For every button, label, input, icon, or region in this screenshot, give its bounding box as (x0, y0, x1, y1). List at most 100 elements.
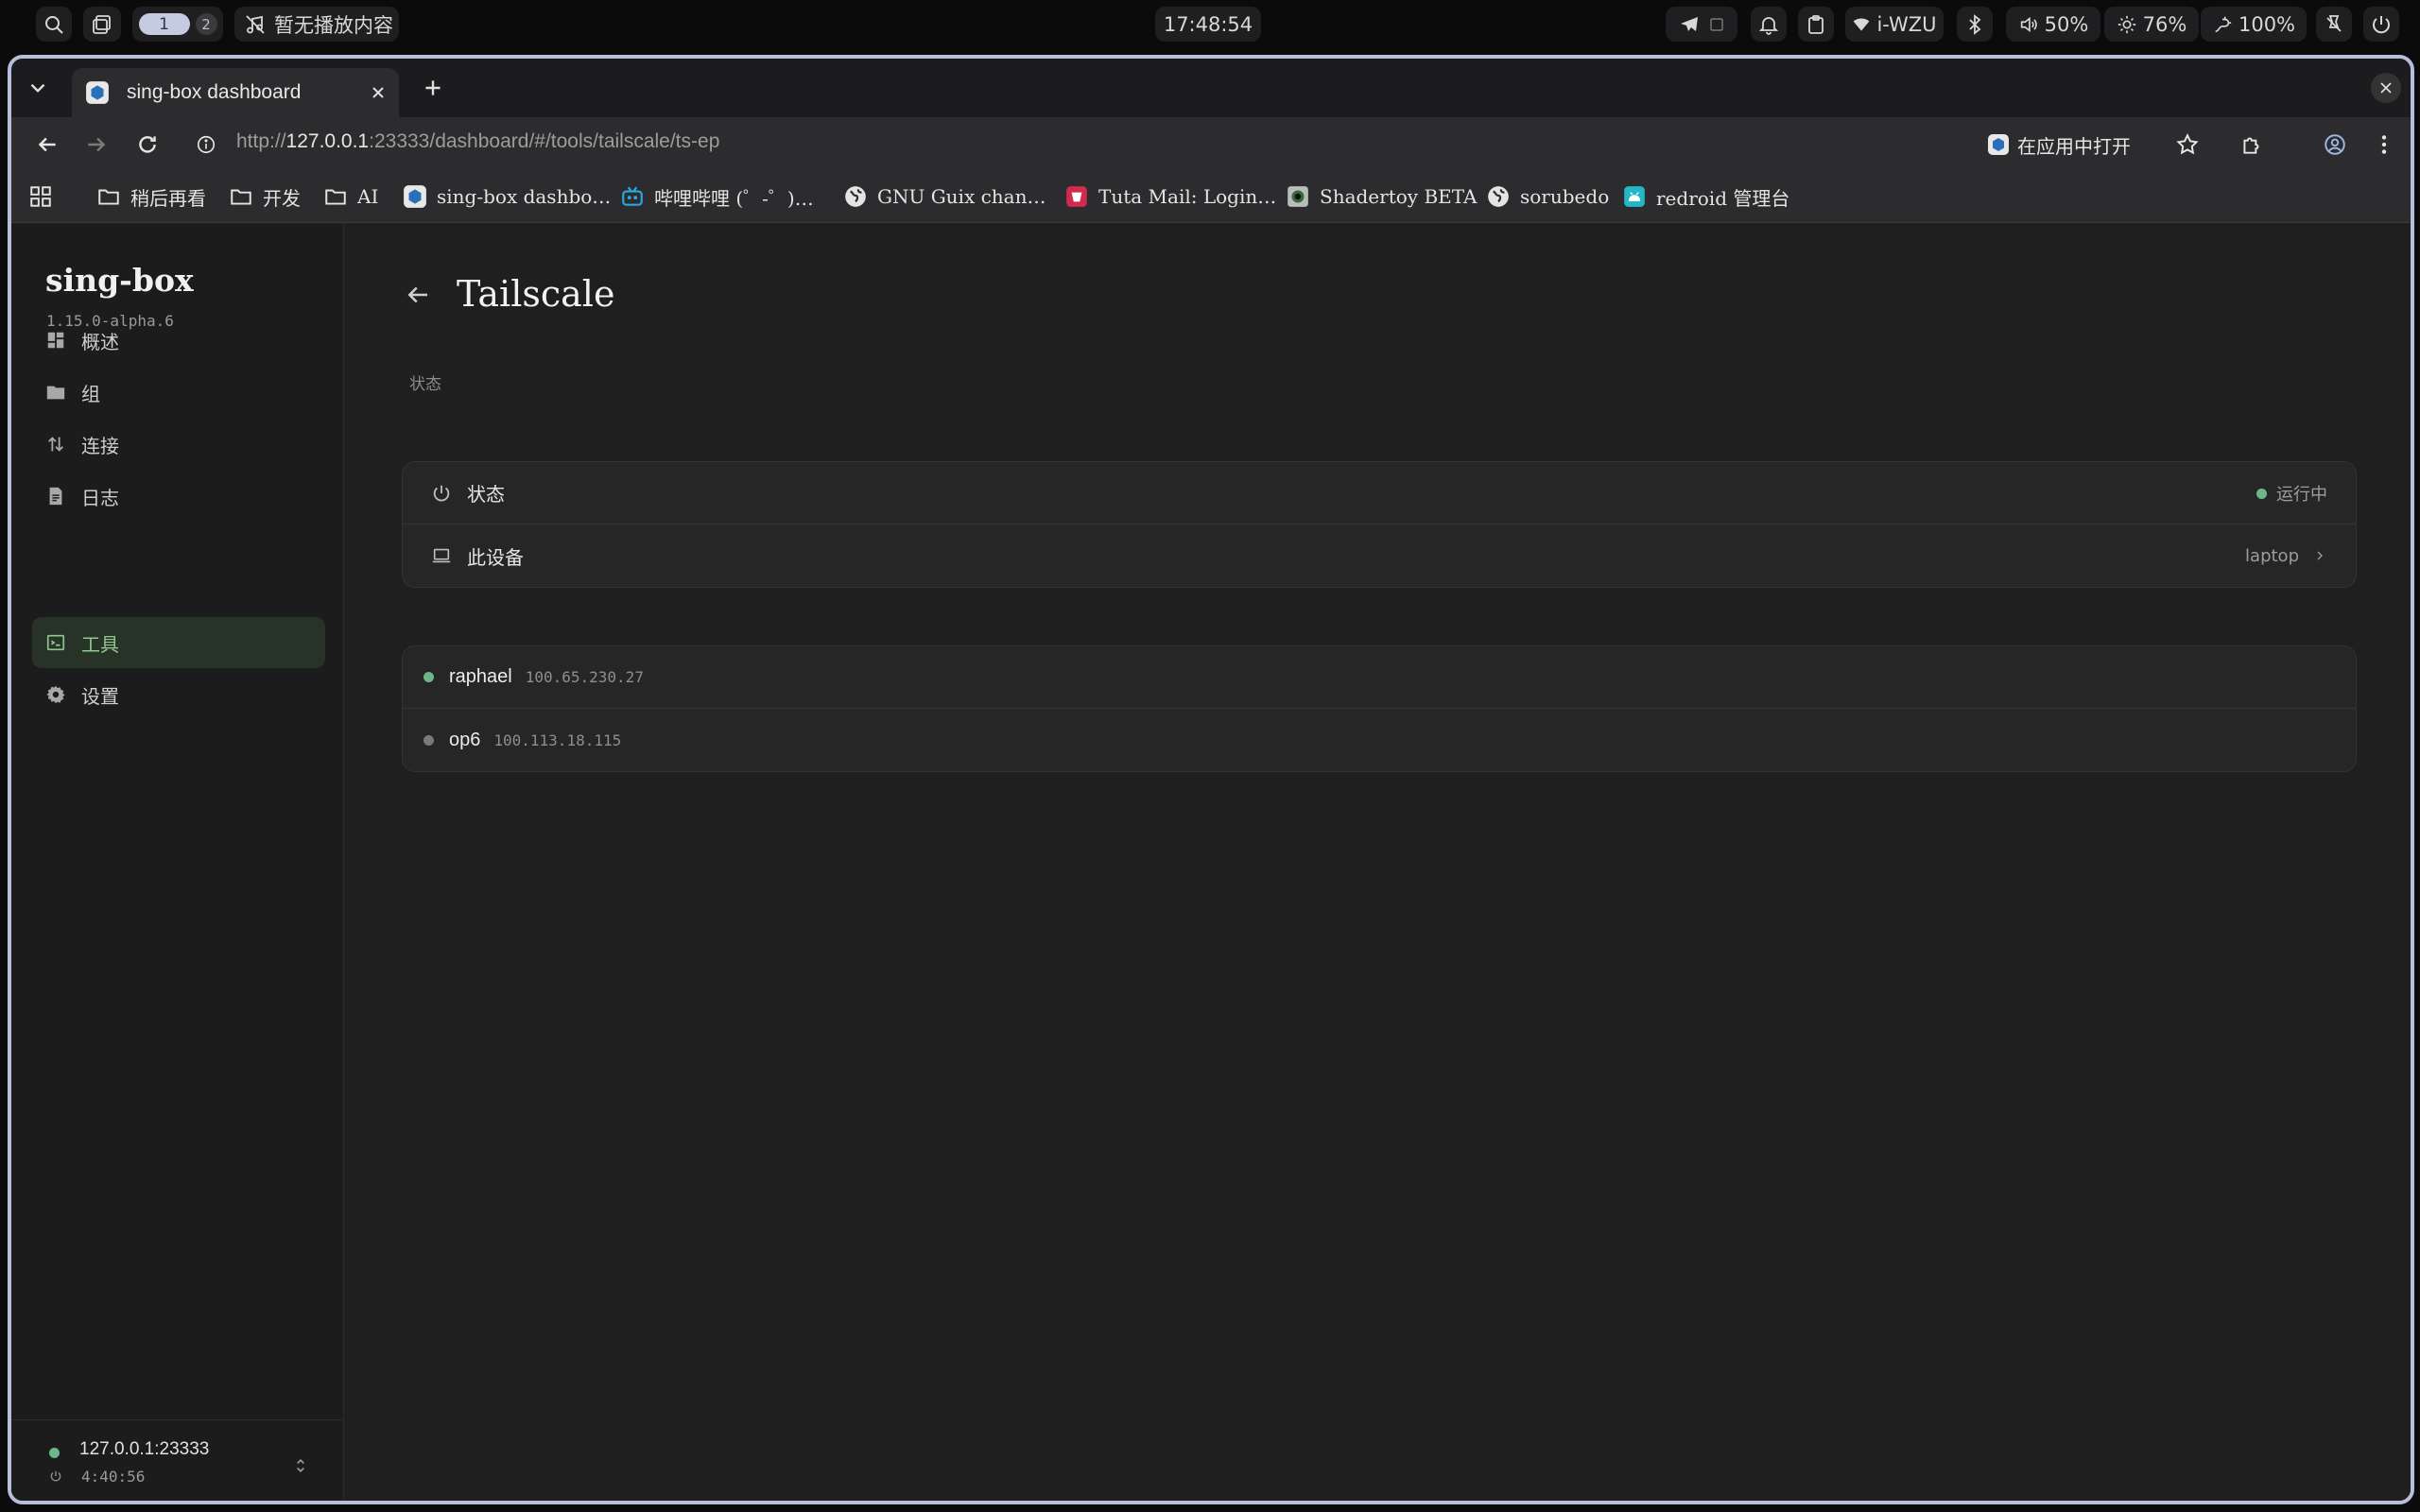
site-info-icon[interactable] (191, 129, 221, 160)
sidebar-item-label: 概述 (81, 330, 119, 353)
input-method-icon (1710, 17, 1723, 31)
forward-icon[interactable] (81, 129, 112, 160)
wifi-status[interactable]: i-WZU (1845, 7, 1944, 42)
bookmark-item[interactable]: sorubedo (1486, 181, 1609, 212)
unfold-icon[interactable] (291, 1456, 310, 1475)
media-indicator[interactable]: 暂无播放内容 (234, 7, 399, 42)
url-host: 127.0.0.1 (285, 130, 370, 152)
singbox-app-icon (1988, 134, 2009, 155)
caffeine-icon[interactable] (2316, 7, 2352, 42)
profile-icon[interactable] (2320, 129, 2350, 160)
bookmark-star-icon[interactable] (2172, 129, 2203, 160)
bookmark-item[interactable]: 开发 (229, 181, 301, 212)
peer-row[interactable]: op6 100.113.18.115 (403, 709, 2356, 771)
log-icon (49, 487, 62, 506)
close-tab-icon[interactable] (369, 83, 388, 102)
peer-name: op6 (449, 729, 481, 750)
redroid-icon (1624, 186, 1645, 207)
bookmark-item[interactable]: AI (323, 181, 378, 212)
sidebar-item-label: 连接 (81, 434, 119, 457)
this-device-value: laptop (2245, 524, 2327, 587)
status-card: 状态 运行中 此设备 laptop (402, 461, 2357, 588)
overview-icon[interactable] (83, 7, 121, 42)
sidebar-item-overview[interactable]: 概述 (32, 315, 325, 366)
workspace-1[interactable]: 1 (138, 13, 190, 35)
bookmark-label: Tuta Mail: Login… (1098, 185, 1277, 208)
folder-icon (98, 189, 119, 205)
brightness-status[interactable]: 76% (2104, 7, 2199, 42)
url-scheme: http:// (236, 130, 286, 152)
clock[interactable]: 17:48:54 (1155, 7, 1261, 42)
brightness-icon (2118, 15, 2135, 33)
chevron-right-icon (2317, 551, 2323, 560)
this-device-row[interactable]: 此设备 laptop (403, 524, 2356, 587)
bookmark-item[interactable]: GNU Guix chan… (843, 181, 1046, 212)
tab-strip: sing-box dashboard (11, 59, 2411, 117)
workspace-2[interactable]: 2 (195, 13, 217, 35)
globe-icon (1488, 186, 1509, 207)
dashboard-icon (47, 332, 64, 349)
telegram-icon (1681, 16, 1698, 31)
search-icon[interactable] (36, 7, 72, 42)
volume-status[interactable]: 50% (2006, 7, 2100, 42)
new-tab-icon[interactable] (418, 73, 448, 103)
bluetooth-icon[interactable] (1957, 7, 1993, 42)
bookmark-item[interactable]: Shadertoy BETA (1286, 181, 1477, 212)
apps-grid-icon[interactable] (28, 181, 62, 212)
tray-apps[interactable] (1666, 7, 1737, 42)
sidebar-item-tools[interactable]: 工具 (32, 617, 325, 668)
reload-icon[interactable] (132, 129, 163, 160)
page-title: Tailscale (457, 273, 615, 315)
battery-status[interactable]: 100% (2201, 7, 2307, 42)
tab-list-chevron-icon[interactable] (23, 73, 53, 103)
music-off-icon (246, 14, 265, 34)
bookmark-item[interactable]: 稍后再看 (96, 181, 206, 212)
sidebar-item-groups[interactable]: 组 (32, 367, 325, 418)
bookmarks-bar: 稍后再看 开发 AI sing-box dashbo… 哔哩哔哩 (゜-゜)… … (11, 172, 2411, 223)
wifi-icon (1854, 17, 1870, 31)
singbox-favicon-icon (86, 81, 109, 104)
device-name: laptop (2245, 545, 2299, 566)
globe-icon (845, 186, 866, 207)
tuta-icon (1066, 186, 1087, 207)
open-in-app-button[interactable]: 在应用中打开 (1987, 128, 2131, 162)
bookmark-item[interactable]: redroid 管理台 (1622, 181, 1789, 212)
this-device-label: 此设备 (467, 545, 524, 569)
address-bar[interactable]: http://127.0.0.1:23333/dashboard/#/tools… (236, 130, 719, 153)
peer-row[interactable]: raphael 100.65.230.27 (403, 646, 2356, 709)
system-bar: 1 2 暂无播放内容 17:48:54 i-WZU 50% 76% 100% (0, 0, 2420, 49)
status-text: 运行中 (2276, 485, 2327, 505)
bookmark-item[interactable]: sing-box dashbo… (403, 181, 611, 212)
peer-online-dot (424, 672, 434, 682)
sidebar-item-connections[interactable]: 连接 (32, 419, 325, 470)
extensions-icon[interactable] (2237, 129, 2267, 160)
power-icon[interactable] (2363, 7, 2399, 42)
menu-kebab-icon[interactable] (2369, 129, 2399, 160)
status-value: 运行中 (2256, 462, 2327, 524)
connection-footer[interactable]: 127.0.0.1:23333 4:40:56 (11, 1419, 344, 1501)
sidebar-item-logs[interactable]: 日志 (32, 471, 325, 522)
bookmark-item[interactable]: Tuta Mail: Login… (1064, 181, 1276, 212)
back-icon[interactable] (32, 129, 62, 160)
workspace-switcher[interactable]: 1 2 (132, 7, 223, 42)
clipboard-icon[interactable] (1798, 7, 1834, 42)
sidebar-item-label: 日志 (81, 486, 119, 509)
bookmark-label: 哔哩哔哩 (゜-゜)… (654, 186, 814, 210)
back-arrow-icon[interactable] (404, 281, 432, 309)
bell-icon[interactable] (1751, 7, 1787, 42)
bookmark-item[interactable]: 哔哩哔哩 (゜-゜)… (620, 181, 814, 212)
main-content: Tailscale 状态 状态 运行中 此设备 laptop raphael 1… (345, 224, 2411, 1501)
volume-level: 50% (2044, 12, 2089, 36)
sidebar-item-settings[interactable]: 设置 (32, 669, 325, 720)
power-icon (50, 1470, 61, 1482)
sidebar: sing-box 1.15.0-alpha.6 概述 组 连接 日志 工具 设置… (11, 224, 344, 1501)
connection-status-dot (49, 1448, 60, 1458)
tab-sing-box-dashboard[interactable]: sing-box dashboard (72, 68, 399, 117)
running-dot (2256, 488, 2267, 499)
bookmark-label: GNU Guix chan… (877, 185, 1046, 208)
folder-icon (325, 189, 346, 205)
close-window-icon[interactable] (2371, 73, 2401, 103)
bookmark-label: sing-box dashbo… (437, 185, 612, 208)
bookmark-label: Shadertoy BETA (1320, 185, 1478, 208)
battery-level: 100% (2238, 12, 2296, 36)
